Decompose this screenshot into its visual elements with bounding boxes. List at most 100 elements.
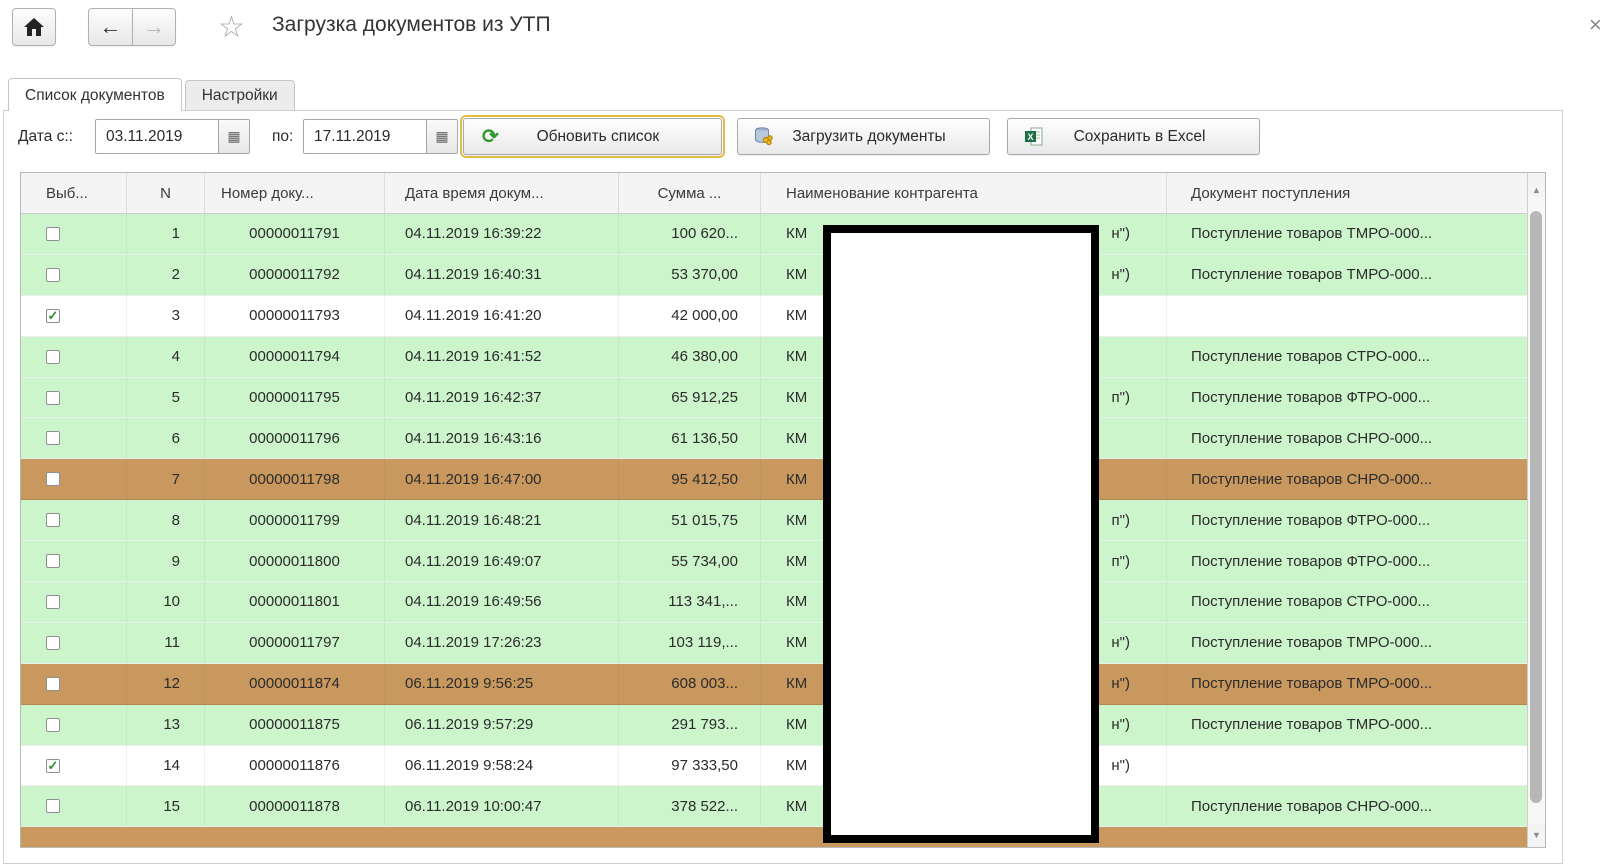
date-to-value[interactable]: 17.11.2019 — [304, 120, 426, 153]
row-checkbox[interactable]: ✓ — [46, 759, 60, 773]
column-header-document[interactable]: Документ поступления — [1167, 173, 1527, 213]
table-row[interactable]: 12 00000011874 06.11.2019 9:56:25 608 00… — [21, 664, 1527, 705]
date-to-field[interactable]: 17.11.2019 ▦ — [303, 119, 458, 154]
cell-document: Поступление товаров ФТРО-000... — [1167, 541, 1527, 581]
column-header-n[interactable]: N — [127, 173, 205, 213]
date-to-label: по: — [272, 128, 293, 146]
back-button[interactable]: ← — [88, 8, 132, 46]
table-row[interactable]: 4 00000011794 04.11.2019 16:41:52 46 380… — [21, 337, 1527, 378]
row-checkbox[interactable] — [46, 350, 60, 364]
column-header-contractor[interactable]: Наименование контрагента — [761, 173, 1167, 213]
tab-document-list[interactable]: Список документов — [8, 78, 182, 111]
cell-n: 12 — [127, 664, 205, 704]
row-checkbox[interactable] — [46, 595, 60, 609]
cell-sum: 291 793... — [619, 705, 761, 745]
table-row[interactable]: 13 00000011875 06.11.2019 9:57:29 291 79… — [21, 705, 1527, 746]
row-checkbox[interactable] — [46, 472, 60, 486]
cell-datetime: 04.11.2019 17:26:23 — [385, 623, 619, 663]
table-row[interactable]: 2 00000011792 04.11.2019 16:40:31 53 370… — [21, 255, 1527, 296]
cell-document: Поступление товаров СНРО-000... — [1167, 459, 1527, 499]
date-from-calendar-button[interactable]: ▦ — [218, 120, 249, 153]
cell-document: Поступление товаров ФТРО-000... — [1167, 500, 1527, 540]
cell-sum: 378 522... — [619, 786, 761, 826]
close-icon[interactable]: × — [1589, 12, 1602, 38]
cell-datetime: 04.11.2019 16:43:16 — [385, 418, 619, 458]
row-checkbox[interactable] — [46, 431, 60, 445]
cell-sum: 61 136,50 — [619, 418, 761, 458]
cell-sum: 42 000,00 — [619, 296, 761, 336]
cell-number: 00000011793 — [205, 296, 385, 336]
cell-sum: 113 341,... — [619, 582, 761, 622]
table-row[interactable]: ✓ 14 00000011876 06.11.2019 9:58:24 97 3… — [21, 746, 1527, 787]
cell-number: 00000011791 — [205, 214, 385, 254]
redaction-box — [823, 225, 1099, 843]
refresh-list-button[interactable]: ⟳ Обновить список — [463, 118, 722, 155]
table-row[interactable]: 10 00000011801 04.11.2019 16:49:56 113 3… — [21, 582, 1527, 623]
cell-document: Поступление товаров ТМРО-000... — [1167, 664, 1527, 704]
home-button[interactable] — [12, 8, 56, 46]
table-row[interactable]: 1 00000011791 04.11.2019 16:39:22 100 62… — [21, 214, 1527, 255]
cell-sum: 97 333,50 — [619, 746, 761, 786]
app-window: ← → ☆ Загрузка документов из УТП × Списо… — [0, 0, 1609, 867]
cell-n: 15 — [127, 786, 205, 826]
page-title: Загрузка документов из УТП — [272, 13, 551, 37]
column-header-datetime[interactable]: Дата время докум... — [385, 173, 619, 213]
home-icon — [24, 18, 44, 36]
contractor-prefix: КМ — [786, 471, 807, 488]
cell-number: 00000011874 — [205, 664, 385, 704]
contractor-prefix: КМ — [786, 757, 807, 774]
row-checkbox[interactable] — [46, 391, 60, 405]
date-from-field[interactable]: 03.11.2019 ▦ — [95, 119, 250, 154]
row-checkbox[interactable] — [46, 513, 60, 527]
row-checkbox[interactable]: ✓ — [46, 309, 60, 323]
cell-document: Поступление товаров СНРО-000... — [1167, 786, 1527, 826]
contractor-suffix: п") — [1112, 512, 1130, 529]
svg-text:X: X — [1027, 132, 1033, 142]
row-checkbox[interactable] — [46, 268, 60, 282]
row-checkbox[interactable] — [46, 554, 60, 568]
date-from-value[interactable]: 03.11.2019 — [96, 120, 218, 153]
scroll-up-icon[interactable]: ▲ — [1528, 173, 1545, 197]
favorite-star-icon[interactable]: ☆ — [218, 10, 245, 45]
contractor-prefix: КМ — [786, 348, 807, 365]
save-excel-button[interactable]: X Сохранить в Excel — [1007, 118, 1260, 155]
cell-datetime: 06.11.2019 9:57:29 — [385, 705, 619, 745]
contractor-prefix: КМ — [786, 307, 807, 324]
column-header-number[interactable]: Номер доку... — [205, 173, 385, 213]
table-row[interactable]: 5 00000011795 04.11.2019 16:42:37 65 912… — [21, 378, 1527, 419]
cell-document — [1167, 746, 1527, 786]
scrollbar-track[interactable] — [1528, 197, 1545, 823]
table-row[interactable]: ✓ 3 00000011793 04.11.2019 16:41:20 42 0… — [21, 296, 1527, 337]
forward-button[interactable]: → — [132, 8, 176, 46]
scroll-down-icon[interactable]: ▼ — [1528, 823, 1545, 847]
cell-datetime: 04.11.2019 16:48:21 — [385, 500, 619, 540]
load-documents-button[interactable]: Загрузить документы — [737, 118, 990, 155]
column-header-selected[interactable]: Выб... — [21, 173, 127, 213]
row-checkbox[interactable] — [46, 677, 60, 691]
cell-sum: 65 912,25 — [619, 378, 761, 418]
contractor-prefix: КМ — [786, 716, 807, 733]
cell-document: Поступление товаров СНРО-000... — [1167, 418, 1527, 458]
cell-number: 00000011796 — [205, 418, 385, 458]
tab-settings[interactable]: Настройки — [185, 80, 295, 110]
cell-n: 10 — [127, 582, 205, 622]
table-row[interactable]: 7 00000011798 04.11.2019 16:47:00 95 412… — [21, 459, 1527, 500]
contractor-suffix: н") — [1111, 634, 1130, 651]
table-row-partial[interactable] — [21, 827, 1527, 847]
vertical-scrollbar[interactable]: ▲ ▼ — [1527, 173, 1545, 847]
table-row[interactable]: 11 00000011797 04.11.2019 17:26:23 103 1… — [21, 623, 1527, 664]
row-checkbox[interactable] — [46, 799, 60, 813]
table-row[interactable]: 6 00000011796 04.11.2019 16:43:16 61 136… — [21, 418, 1527, 459]
table-row[interactable]: 9 00000011800 04.11.2019 16:49:07 55 734… — [21, 541, 1527, 582]
contractor-prefix: КМ — [786, 798, 807, 815]
column-header-sum[interactable]: Сумма ... — [619, 173, 761, 213]
refresh-button-label: Обновить список — [499, 128, 711, 146]
table-row[interactable]: 8 00000011799 04.11.2019 16:48:21 51 015… — [21, 500, 1527, 541]
row-checkbox[interactable] — [46, 636, 60, 650]
table-row[interactable]: 15 00000011878 06.11.2019 10:00:47 378 5… — [21, 786, 1527, 827]
row-checkbox[interactable] — [46, 718, 60, 732]
scrollbar-thumb[interactable] — [1530, 211, 1542, 803]
contractor-suffix: н") — [1111, 675, 1130, 692]
date-to-calendar-button[interactable]: ▦ — [426, 120, 457, 153]
row-checkbox[interactable] — [46, 227, 60, 241]
